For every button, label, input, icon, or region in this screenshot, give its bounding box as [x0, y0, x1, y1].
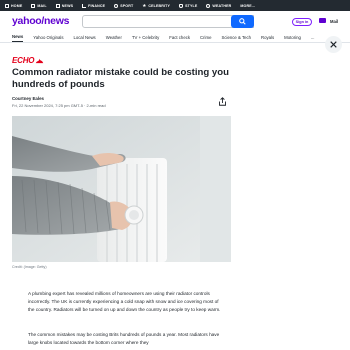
topbar-home-label: HOME — [11, 3, 23, 8]
mail-link[interactable]: Mail — [330, 19, 338, 24]
top-bar: HOME MAIL NEWS FINANCE SPORT CELEBRITY S… — [0, 0, 350, 11]
image-credit: Credit: (Image: Getty) — [12, 265, 47, 269]
logo-yahoo: yahoo — [12, 15, 42, 27]
publisher-flame-icon — [36, 58, 44, 63]
topbar-home[interactable]: HOME — [5, 3, 23, 8]
nav-local-news[interactable]: Local News — [74, 32, 96, 43]
logo-news: news — [44, 15, 70, 27]
topbar-news-label: NEWS — [61, 3, 74, 8]
topbar-style-label: STYLE — [185, 3, 198, 8]
article-paragraph: The common mistakes may be costing Brits… — [28, 332, 220, 345]
topbar-mail-label: MAIL — [37, 3, 47, 8]
nav-tv-celebrity[interactable]: TV + Celebrity — [132, 32, 159, 43]
topbar-mail[interactable]: MAIL — [31, 3, 47, 8]
topbar-celebrity-label: CELEBRITY — [148, 3, 171, 8]
nav-more[interactable]: ... — [311, 32, 315, 43]
article-headline: Common radiator mistake could be costing… — [12, 67, 229, 90]
sport-icon — [114, 3, 119, 8]
yahoo-news-logo[interactable]: yahoo/news — [12, 15, 69, 27]
nav-fact-check[interactable]: Fact check — [169, 32, 190, 43]
article-paragraph: A plumbing expert has revealed millions … — [28, 291, 221, 312]
topbar-more[interactable]: MORE... — [240, 4, 255, 8]
topbar-more-label: MORE... — [240, 3, 256, 8]
finance-icon — [82, 3, 87, 8]
topbar-finance-label: FINANCE — [88, 3, 106, 8]
topbar-weather[interactable]: WEATHER — [206, 3, 232, 8]
nav-motoring[interactable]: Motoring — [284, 32, 301, 43]
topbar-style[interactable]: STYLE — [179, 3, 198, 8]
celebrity-icon — [142, 3, 147, 8]
topbar-sport[interactable]: SPORT — [114, 3, 134, 8]
nav-science-tech[interactable]: Science & Tech — [221, 32, 251, 43]
site-header: yahoo/news Sign in Mail — [0, 11, 350, 32]
news-icon — [55, 3, 60, 8]
mail-icon[interactable] — [319, 18, 326, 23]
topbar-news[interactable]: NEWS — [55, 3, 74, 8]
weather-icon — [206, 3, 211, 8]
mail-icon — [31, 3, 36, 8]
nav-crime[interactable]: Crime — [200, 32, 211, 43]
nav-news[interactable]: News — [12, 32, 24, 42]
home-icon — [5, 3, 9, 8]
share-icon[interactable] — [218, 97, 227, 106]
nav-yahoo-originals[interactable]: Yahoo Originals — [33, 32, 63, 43]
search-icon — [239, 18, 246, 25]
close-icon — [330, 41, 337, 48]
topbar-weather-label: WEATHER — [212, 3, 232, 8]
search-button[interactable] — [231, 15, 254, 28]
search-input[interactable] — [82, 15, 254, 28]
topbar-celebrity[interactable]: CELEBRITY — [142, 3, 171, 8]
radiator-photo — [12, 116, 231, 262]
article-meta: Fri, 22 November 2024, 7:25 pm GMT-5 · 2… — [12, 103, 106, 108]
article-image — [12, 116, 231, 262]
article-author[interactable]: Courtney Eales — [12, 96, 44, 101]
publisher-logo[interactable]: ECHO — [12, 55, 44, 65]
style-icon — [179, 3, 184, 8]
topbar-sport-label: SPORT — [120, 3, 134, 8]
nav-weather[interactable]: Weather — [106, 32, 122, 43]
publisher-name: ECHO — [12, 55, 35, 65]
sign-in-button[interactable]: Sign in — [292, 18, 312, 26]
topbar-finance[interactable]: FINANCE — [82, 3, 106, 8]
close-button[interactable] — [325, 36, 342, 53]
section-nav: News Yahoo Originals Local News Weather … — [0, 32, 350, 43]
nav-royals[interactable]: Royals — [261, 32, 274, 43]
